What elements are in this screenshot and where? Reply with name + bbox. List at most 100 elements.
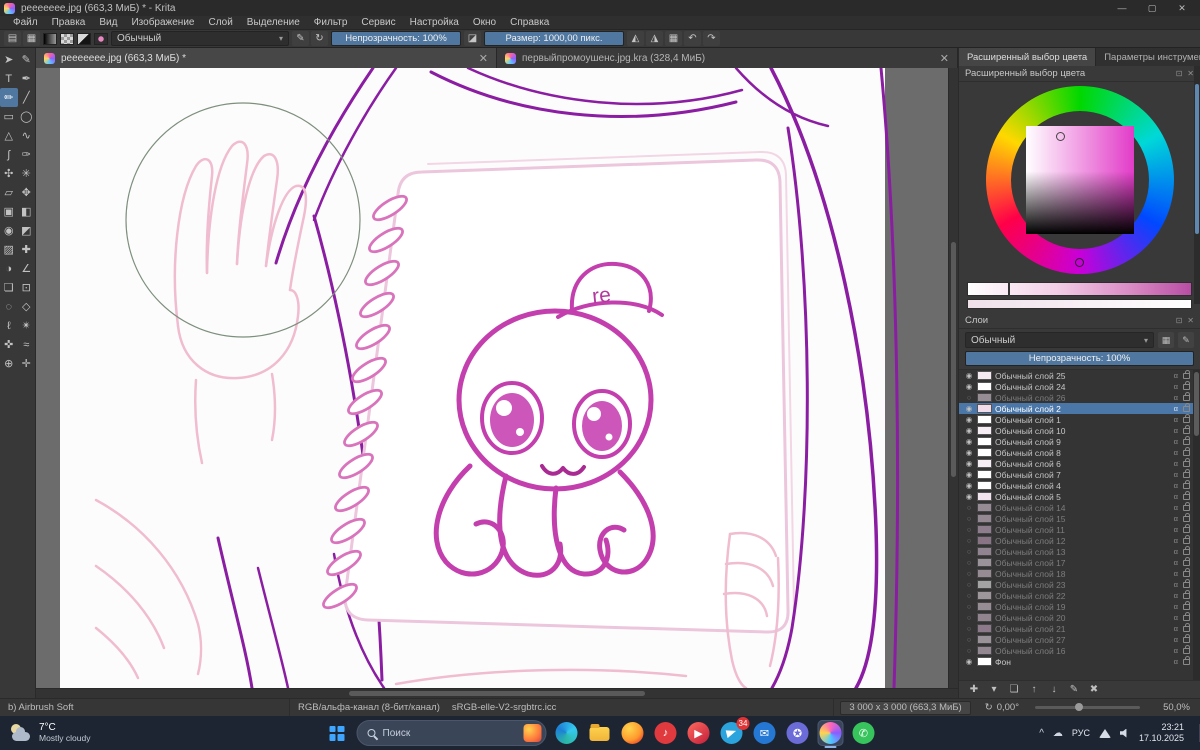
menu-item[interactable]: Фильтр (307, 17, 355, 28)
layer-visibility-icon[interactable]: ○ (964, 580, 974, 589)
layer-lock-icon[interactable] (1183, 435, 1190, 445)
reset-rotation-icon[interactable]: ↻ (985, 702, 993, 713)
clock[interactable]: 23:21 17.10.2025 (1139, 722, 1184, 744)
layer-visibility-icon[interactable]: ◉ (964, 404, 974, 413)
vertical-mirror-icon[interactable]: ◮ (646, 31, 663, 46)
layer-lock-icon[interactable] (1183, 446, 1190, 456)
alpha-lock-icon[interactable]: α (1174, 437, 1178, 446)
layer-visibility-icon[interactable]: ○ (964, 646, 974, 655)
measure-tool[interactable]: ∠ (18, 259, 36, 278)
new-document-icon[interactable]: ▤ (4, 31, 21, 46)
add-layer-caret[interactable]: ▾ (985, 682, 1003, 697)
layer-lock-icon[interactable] (1183, 545, 1190, 555)
discord-icon[interactable]: ✪ (785, 720, 811, 746)
redo-icon[interactable]: ↷ (703, 31, 720, 46)
document-tab[interactable]: первыйпромоушенс.jpg.kra (328,4 МиБ) ✕ (497, 48, 958, 68)
layer-lock-icon[interactable] (1183, 644, 1190, 654)
blend-mode-select[interactable]: Обычный ▾ (111, 31, 289, 46)
opacity-slider[interactable]: Непрозрачность: 100% (331, 31, 461, 46)
alpha-lock-icon[interactable]: α (1174, 646, 1178, 655)
alpha-lock-icon[interactable]: α (1174, 371, 1178, 380)
layer-lock-icon[interactable] (1183, 413, 1190, 423)
language-indicator[interactable]: РУС (1072, 728, 1090, 738)
alpha-lock-icon[interactable]: α (1174, 415, 1178, 424)
layer-lock-icon[interactable] (1183, 556, 1190, 566)
layer-row[interactable]: ◉ Обычный слой 6 α (959, 457, 1200, 469)
layer-lock-icon[interactable] (1183, 589, 1190, 599)
crop-tool[interactable]: ▣ (0, 202, 18, 221)
alpha-lock-icon[interactable]: α (1174, 602, 1178, 611)
delete-layer-button[interactable]: ✖ (1085, 682, 1103, 697)
layer-visibility-icon[interactable]: ○ (964, 635, 974, 644)
close-button[interactable]: ✕ (1168, 1, 1196, 15)
taskbar-search[interactable]: Поиск (356, 720, 547, 746)
canvas-rotation[interactable]: ↻ 0,00° (977, 699, 1027, 716)
menu-item[interactable]: Сервис (354, 17, 402, 28)
alpha-lock-icon[interactable]: α (1174, 481, 1178, 490)
layer-row[interactable]: ◉ Обычный слой 9 α (959, 435, 1200, 447)
alpha-lock-icon[interactable]: α (1174, 382, 1178, 391)
layer-row[interactable]: ○ Обычный слой 26 α (959, 391, 1200, 403)
reload-preset-icon[interactable]: ↻ (311, 31, 328, 46)
undo-icon[interactable]: ↶ (684, 31, 701, 46)
freehand-path-tool[interactable]: ✑ (18, 145, 36, 164)
layer-lock-icon[interactable] (1183, 402, 1190, 412)
layer-visibility-icon[interactable]: ○ (964, 547, 974, 556)
firefox-icon[interactable] (620, 720, 646, 746)
pan-tool[interactable]: ✛ (18, 354, 36, 373)
layer-row[interactable]: ◉ Обычный слой 4 α (959, 479, 1200, 491)
layer-row[interactable]: ◉ Обычный слой 8 α (959, 446, 1200, 458)
layer-visibility-icon[interactable]: ◉ (964, 481, 974, 490)
bezier-select-tool[interactable]: ✜ (0, 335, 18, 354)
layer-visibility-icon[interactable]: ○ (964, 536, 974, 545)
polyline-tool[interactable]: ∿ (18, 126, 36, 145)
layer-visibility-icon[interactable]: ○ (964, 569, 974, 578)
layer-row[interactable]: ○ Обычный слой 23 α (959, 578, 1200, 590)
cloud-icon[interactable]: ☁ (1053, 728, 1063, 739)
layer-visibility-icon[interactable]: ◉ (964, 426, 974, 435)
menu-item[interactable]: Выделение (240, 17, 307, 28)
layer-lock-icon[interactable] (1183, 633, 1190, 643)
move-layer-up-button[interactable]: ↑ (1025, 682, 1043, 697)
eraser-mode-icon[interactable]: ◪ (464, 31, 481, 46)
layer-blend-mode-select[interactable]: Обычный ▾ (965, 332, 1154, 348)
zoom-level[interactable]: 50,0% (1148, 699, 1200, 716)
layer-lock-icon[interactable] (1183, 468, 1190, 478)
alpha-lock-icon[interactable]: α (1174, 404, 1178, 413)
layer-row[interactable]: ◉ Обычный слой 24 α (959, 380, 1200, 392)
menu-item[interactable]: Вид (92, 17, 124, 28)
layer-opacity-slider[interactable]: Непрозрачность: 100% (965, 351, 1194, 366)
bezier-curve-tool[interactable]: ʃ (0, 145, 18, 164)
layer-lock-icon[interactable] (1183, 512, 1190, 522)
menu-item[interactable]: Изображение (124, 17, 201, 28)
alpha-lock-icon[interactable]: α (1174, 470, 1178, 479)
alpha-lock-icon[interactable]: α (1174, 492, 1178, 501)
float-docker-icon[interactable]: ⊡ (1176, 316, 1183, 325)
ellipse-tool[interactable]: ◯ (18, 107, 36, 126)
layer-lock-icon[interactable] (1183, 611, 1190, 621)
menu-item[interactable]: Файл (6, 17, 45, 28)
start-button[interactable] (324, 720, 350, 746)
layer-lock-icon[interactable] (1183, 534, 1190, 544)
layer-row[interactable]: ○ Обычный слой 16 α (959, 644, 1200, 656)
layer-visibility-icon[interactable]: ○ (964, 591, 974, 600)
menu-item[interactable]: Настройка (403, 17, 466, 28)
rect-select-tool[interactable]: ⊡ (18, 278, 36, 297)
layer-row[interactable]: ○ Обычный слой 22 α (959, 589, 1200, 601)
alpha-lock-icon[interactable]: α (1174, 558, 1178, 567)
zoom-slider[interactable] (1035, 703, 1140, 711)
alpha-lock-icon[interactable]: α (1174, 624, 1178, 633)
layer-row[interactable]: ○ Обычный слой 11 α (959, 523, 1200, 535)
line-tool[interactable]: ╱ (18, 88, 36, 107)
move-tool[interactable]: ✥ (18, 183, 36, 202)
layer-visibility-icon[interactable]: ◉ (964, 382, 974, 391)
canvas-viewport[interactable]: re (36, 66, 948, 690)
layer-lock-icon[interactable] (1183, 391, 1190, 401)
hue-ring[interactable] (985, 86, 1174, 274)
alpha-lock-icon[interactable]: α (1174, 536, 1178, 545)
layer-visibility-icon[interactable]: ◉ (964, 470, 974, 479)
float-docker-icon[interactable]: ⊡ (1176, 69, 1183, 78)
ellipse-select-tool[interactable]: ◌ (0, 297, 18, 316)
smart-patch-tool[interactable]: ✚ (18, 240, 36, 259)
horizontal-mirror-icon[interactable]: ◭ (627, 31, 644, 46)
